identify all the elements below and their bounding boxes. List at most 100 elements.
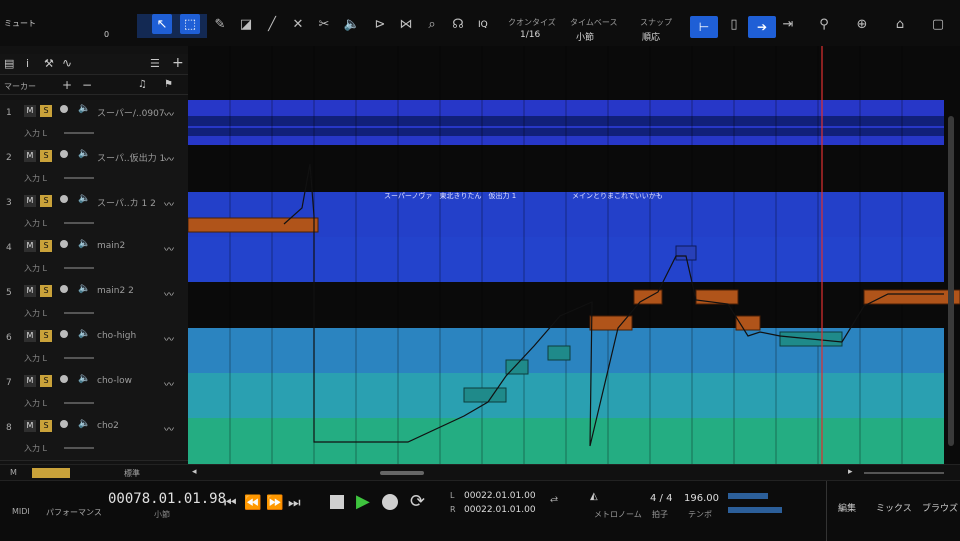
mute-button[interactable]: M <box>24 330 36 342</box>
goto-start-icon[interactable]: ⏮ <box>224 495 237 511</box>
solo-button[interactable]: S <box>40 285 52 297</box>
track-name[interactable]: cho-high <box>97 331 136 341</box>
punch-icon[interactable]: ⥄ <box>550 493 558 504</box>
autoscroll-icon[interactable]: ▯ <box>724 14 744 34</box>
midi-label[interactable]: MIDI <box>12 507 30 516</box>
left-locator[interactable]: 00022.01.01.00 <box>464 491 536 501</box>
add-marker-icon[interactable]: + <box>62 78 72 92</box>
fast-forward-icon[interactable]: ⏩ <box>266 495 283 511</box>
range-tool-icon[interactable]: ⬚ <box>180 14 200 34</box>
transient-tool-icon[interactable]: ⋈ <box>396 14 416 34</box>
loop-icon[interactable]: ⟳ <box>410 491 425 512</box>
track-name[interactable]: main2 2 <box>97 286 134 296</box>
mute-button[interactable]: M <box>24 285 36 297</box>
track-header[interactable]: 2 M S 🔈 スーパ..仮出力 1 〰入力 L <box>0 145 188 191</box>
pencil-tool-icon[interactable]: ✎ <box>210 14 230 34</box>
home-icon[interactable]: ⌂ <box>890 14 910 34</box>
track-name[interactable]: cho2 <box>97 421 119 431</box>
tab-edit[interactable]: 編集 <box>838 501 856 514</box>
mute-button[interactable]: M <box>24 240 36 252</box>
record-arm-button[interactable] <box>60 285 68 293</box>
listen-tool-icon[interactable]: 🔈 <box>342 14 362 34</box>
tools-icon[interactable]: ⚒ <box>44 57 54 70</box>
monitor-icon[interactable]: 🔈 <box>78 193 90 204</box>
record-arm-button[interactable] <box>60 375 68 383</box>
tab-mix[interactable]: ミックス <box>876 501 912 514</box>
record-arm-button[interactable] <box>60 195 68 203</box>
scrub-tool-icon[interactable]: ☊ <box>448 14 468 34</box>
info-icon[interactable]: i <box>26 57 29 70</box>
track-name[interactable]: main2 <box>97 241 125 251</box>
solo-button[interactable]: S <box>40 375 52 387</box>
track-input[interactable]: 入力 L <box>24 353 47 364</box>
snap-value[interactable]: 順応 <box>642 30 660 43</box>
mute-button[interactable]: M <box>24 105 36 117</box>
play-button[interactable]: ▶ <box>356 491 370 512</box>
track-header[interactable]: 3 M S 🔈 スーパ..カ 1 2 〰入力 L <box>0 190 188 236</box>
horizontal-scroll-thumb[interactable] <box>380 471 424 475</box>
arrow-tool-icon[interactable]: ↖ <box>152 14 172 34</box>
record-arm-button[interactable] <box>60 150 68 158</box>
record-arm-button[interactable] <box>60 240 68 248</box>
track-input[interactable]: 入力 L <box>24 263 47 274</box>
track-input[interactable]: 入力 L <box>24 398 47 409</box>
track-header[interactable]: 7 M S 🔈 cho-low 〰入力 L <box>0 370 188 416</box>
scroll-view-label[interactable]: 標準 <box>124 468 140 479</box>
paint-tool-icon[interactable]: ╱ <box>262 14 282 34</box>
automation-icon[interactable]: ∿ <box>62 56 72 70</box>
monitor-icon[interactable]: 🔈 <box>78 103 90 114</box>
position-display[interactable]: 00078.01.01.98 <box>108 491 226 507</box>
monitor-icon[interactable]: 🔈 <box>78 373 90 384</box>
iq-button[interactable]: IQ <box>478 20 488 30</box>
track-input[interactable]: 入力 L <box>24 218 47 229</box>
mute-tool-icon[interactable]: ✕ <box>288 14 308 34</box>
scroll-right-icon[interactable]: ▸ <box>848 467 853 477</box>
monitor-icon[interactable]: 🔈 <box>78 418 90 429</box>
track-volume-slider[interactable] <box>64 177 94 179</box>
monitor-icon[interactable]: 🔈 <box>78 328 90 339</box>
vertical-scrollbar[interactable] <box>948 116 954 446</box>
track-volume-slider[interactable] <box>64 132 94 134</box>
zoom-slider[interactable] <box>864 472 944 474</box>
track-header[interactable]: 6 M S 🔈 cho-high 〰入力 L <box>0 325 188 371</box>
solo-strip[interactable] <box>32 468 70 478</box>
snap-toggle-icon[interactable]: ⊢ <box>690 16 718 38</box>
track-volume-slider[interactable] <box>64 447 94 449</box>
track-volume-slider[interactable] <box>64 312 94 314</box>
metronome-icon[interactable]: ◭ <box>590 491 598 502</box>
stop-button[interactable] <box>330 495 344 509</box>
scroll-left-icon[interactable]: ◂ <box>192 467 197 477</box>
arrange-area[interactable]: スーパーノヴァ 東北きりたん 仮出力 1 メインとりまこれでいいかも <box>188 46 960 464</box>
solo-button[interactable]: S <box>40 330 52 342</box>
track-name[interactable]: スーパ..カ 1 2 <box>97 196 156 209</box>
monitor-icon[interactable]: 🔈 <box>78 148 90 159</box>
track-input[interactable]: 入力 L <box>24 128 47 139</box>
track-input[interactable]: 入力 L <box>24 173 47 184</box>
mute-button[interactable]: M <box>24 150 36 162</box>
fullscreen-icon[interactable]: ▢ <box>928 14 948 34</box>
track-name[interactable]: スーパ..仮出力 1 <box>97 151 165 164</box>
solo-button[interactable]: S <box>40 195 52 207</box>
add-track-icon[interactable]: + <box>172 55 184 71</box>
solo-button[interactable]: S <box>40 105 52 117</box>
bend-tool-icon[interactable]: ⊳ <box>370 14 390 34</box>
track-volume-slider[interactable] <box>64 222 94 224</box>
monitor-icon[interactable]: 🔈 <box>78 238 90 249</box>
performance-label[interactable]: パフォーマンス <box>46 507 102 518</box>
track-header[interactable]: 1 M S 🔈 スーパー/..0907 〰入力 L <box>0 100 188 146</box>
note-icon[interactable]: ♫ <box>138 79 147 90</box>
timebase-value[interactable]: 小節 <box>576 30 594 43</box>
track-volume-slider[interactable] <box>64 402 94 404</box>
solo-button[interactable]: S <box>40 420 52 432</box>
track-header[interactable]: 4 M S 🔈 main2 〰入力 L <box>0 235 188 281</box>
monitor-icon[interactable]: 🔈 <box>78 283 90 294</box>
split-tool-icon[interactable]: ✂ <box>314 14 334 34</box>
track-header[interactable]: 5 M S 🔈 main2 2 〰入力 L <box>0 280 188 326</box>
tab-browse[interactable]: ブラウズ <box>922 501 958 514</box>
track-volume-slider[interactable] <box>64 267 94 269</box>
track-volume-slider[interactable] <box>64 357 94 359</box>
solo-button[interactable]: S <box>40 240 52 252</box>
quantize-value[interactable]: 1/16 <box>520 30 540 40</box>
track-name[interactable]: スーパー/..0907 <box>97 106 165 119</box>
list-icon[interactable]: ☰ <box>150 57 160 70</box>
